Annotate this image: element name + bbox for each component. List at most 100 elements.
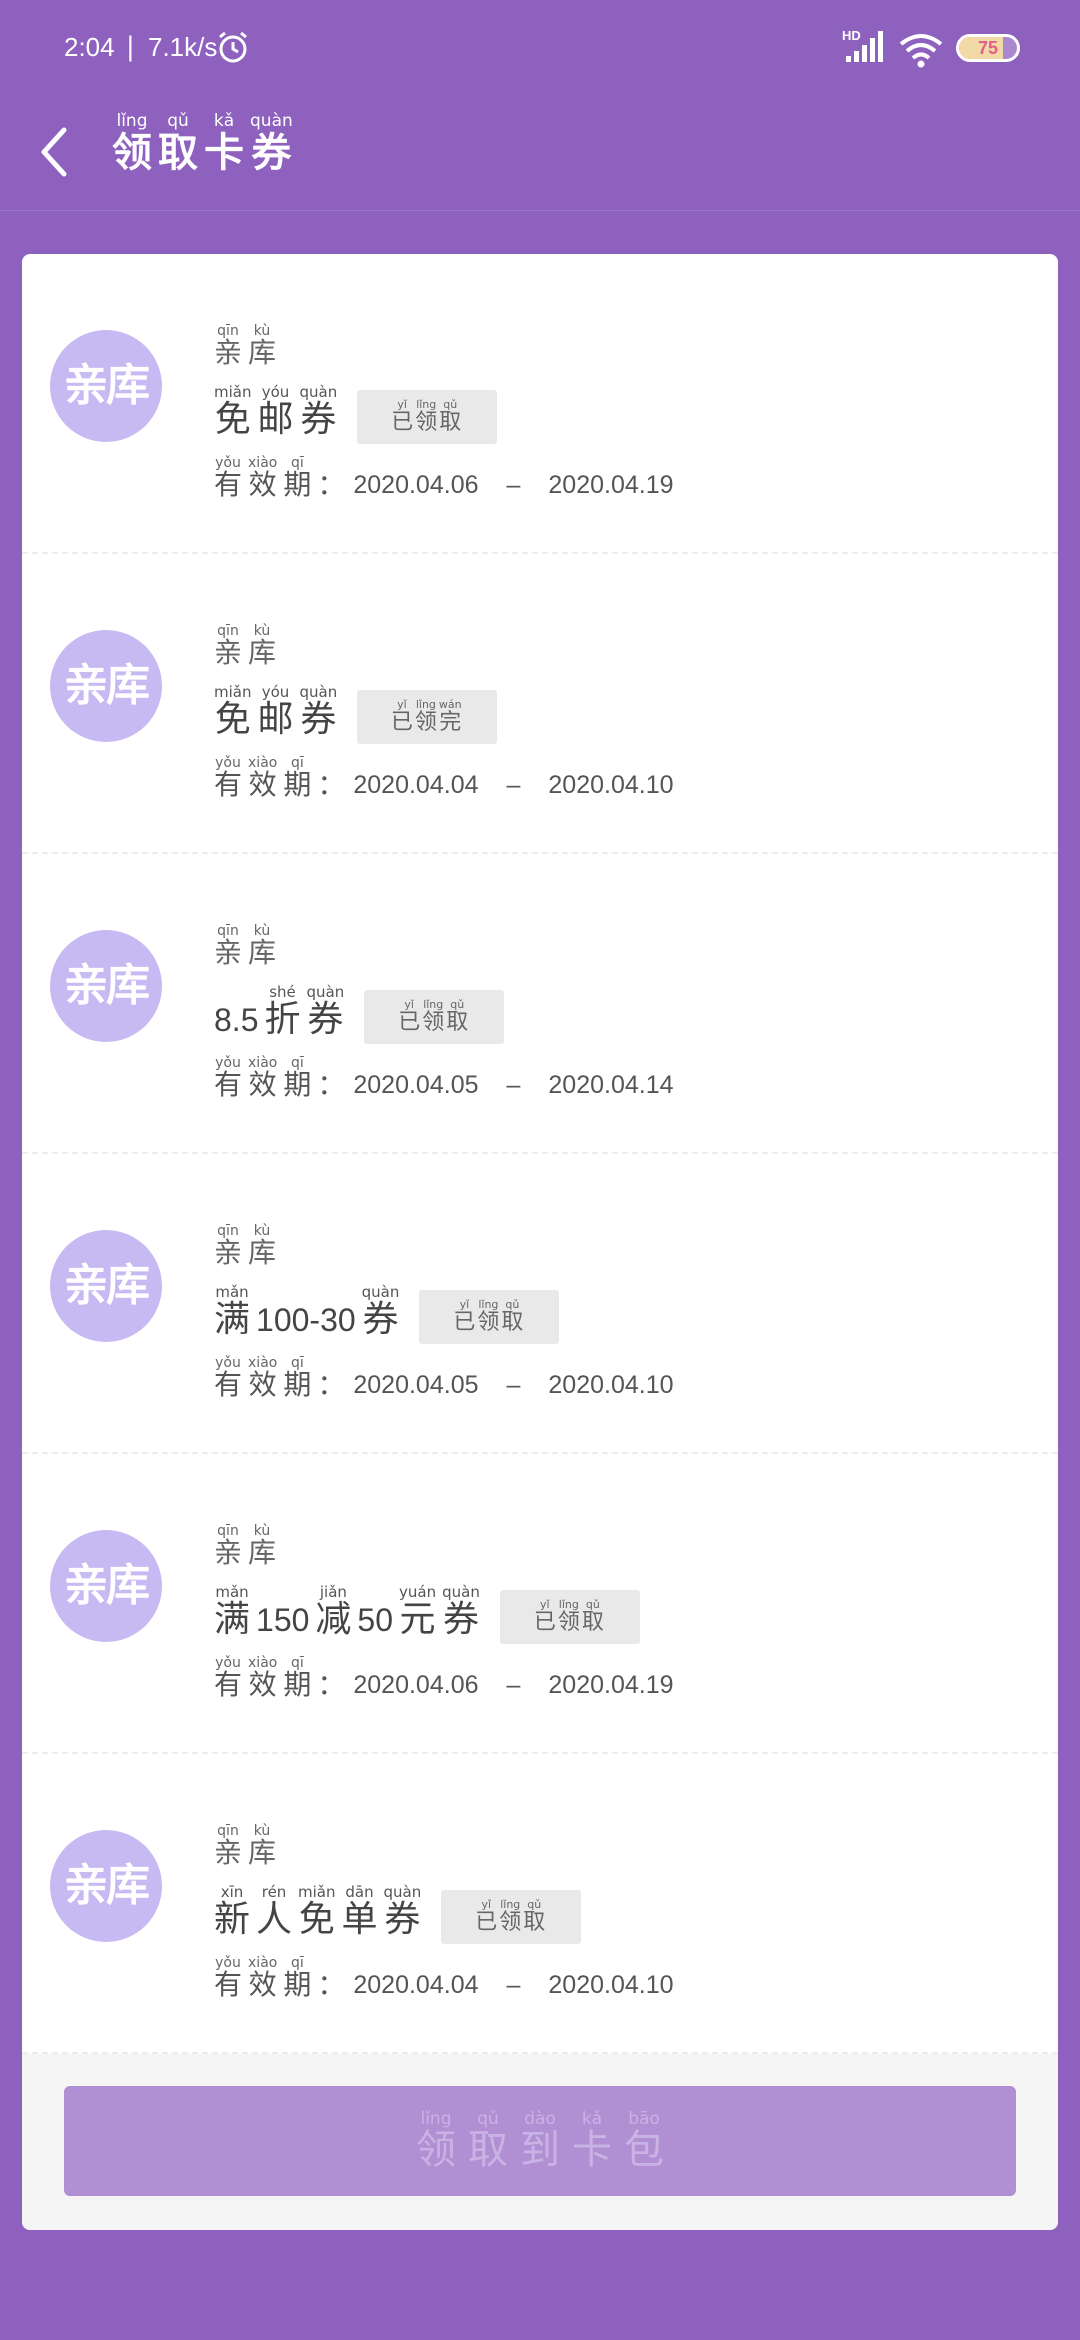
status-char: lǐng 领 bbox=[415, 399, 437, 435]
wifi-icon bbox=[899, 34, 943, 68]
name-number: 8.5 bbox=[214, 1002, 259, 1038]
pinyin: lǐng bbox=[420, 2109, 452, 2129]
validity-char: qī 期 bbox=[283, 1656, 311, 1700]
claim-status-button[interactable]: yǐ 已 lǐng 领 qǔ 取 bbox=[419, 1290, 560, 1344]
title-char: qǔ 取 bbox=[158, 112, 198, 176]
brand-logo: 亲库 bbox=[50, 1230, 162, 1342]
hanzi: 元 bbox=[399, 1599, 436, 1640]
validity-char: xiào 效 bbox=[248, 1356, 277, 1400]
claim-status-button[interactable]: yǐ 已 lǐng 领 qǔ 取 bbox=[499, 1590, 640, 1644]
collect-char: kǎ 卡 bbox=[572, 2110, 612, 2172]
name-char: quàn 券 bbox=[442, 1584, 480, 1640]
hanzi: 卡 bbox=[572, 2127, 612, 2173]
validity-char: yǒu 有 bbox=[214, 756, 242, 800]
validity-period: yǒu 有 xiào 效 qī 期： 2020.04.04–2020.04.10 bbox=[214, 756, 674, 800]
pinyin: quàn bbox=[250, 111, 293, 131]
validity-period: yǒu 有 xiào 效 qī 期： 2020.04.06–2020.04.19 bbox=[214, 1656, 674, 1700]
colon: ： bbox=[317, 468, 346, 501]
hanzi: 领 bbox=[112, 129, 152, 176]
alarm-icon bbox=[219, 31, 247, 63]
coupon-list: 亲库 qīn 亲 kù 库 miǎn 免 yóu 邮 quàn 券 yǐ 已 lǐng 领 qǔ 取 yǒu 有 xi… bbox=[22, 254, 1058, 2054]
hanzi: 有 bbox=[214, 1368, 243, 1401]
hanzi: 有 bbox=[214, 1068, 243, 1101]
claim-status-button[interactable]: yǐ 已 lǐng 领 wán 完 bbox=[357, 690, 498, 744]
hanzi: 免 bbox=[298, 1899, 335, 1940]
claim-status-button[interactable]: yǐ 已 lǐng 领 qǔ 取 bbox=[441, 1890, 582, 1944]
end-date: 2020.04.10 bbox=[548, 771, 674, 799]
brand-name: qīn 亲 kù 库 bbox=[214, 324, 674, 368]
colon: ： bbox=[317, 1368, 346, 1401]
hanzi: 亲 bbox=[214, 1536, 243, 1569]
back-arrow-icon[interactable] bbox=[34, 122, 74, 182]
brand-char: qīn 亲 bbox=[214, 624, 242, 668]
pinyin: yóu bbox=[261, 383, 290, 401]
brand-char: kù 库 bbox=[248, 1824, 276, 1868]
hanzi: 领 bbox=[499, 1910, 522, 1935]
claim-status-button[interactable]: yǐ 已 lǐng 领 qǔ 取 bbox=[364, 990, 505, 1044]
coupon-body: qīn 亲 kù 库 mǎn 满 150 jiǎn 减 50 yuán 元 quàn 券 yǐ 已 lǐng 领 q… bbox=[214, 1524, 674, 1700]
brand-name: qīn 亲 kù 库 bbox=[214, 1824, 674, 1868]
date-range: 2020.04.05–2020.04.10 bbox=[353, 1370, 673, 1400]
hanzi: 期 bbox=[283, 1068, 312, 1101]
status-char: yǐ 已 bbox=[475, 1899, 497, 1935]
battery-level: 75 bbox=[977, 38, 999, 58]
hanzi: 已 bbox=[398, 1010, 421, 1035]
name-char: dān 单 bbox=[342, 1884, 378, 1940]
coupon-name: xīn 新 rén 人 miǎn 免 dān 单 quàn 券 yǐ 已 lǐng 领 qǔ 取 bbox=[214, 1883, 674, 1944]
start-date: 2020.04.06 bbox=[353, 471, 479, 499]
brand-char: qīn 亲 bbox=[214, 324, 242, 368]
name-char: yóu 邮 bbox=[257, 384, 293, 440]
brand-char: kù 库 bbox=[248, 1224, 276, 1268]
brand-char: kù 库 bbox=[248, 624, 276, 668]
header: lǐng 领 qǔ 取 kǎ 卡 quàn 券 bbox=[0, 100, 1080, 211]
hanzi: 期 bbox=[283, 468, 312, 501]
hanzi: 已 bbox=[390, 710, 413, 735]
hanzi: 取 bbox=[581, 1610, 604, 1635]
coupon-name: mǎn 满 150 jiǎn 减 50 yuán 元 quàn 券 yǐ 已 lǐng 领 qǔ 取 bbox=[214, 1584, 674, 1644]
hanzi: 取 bbox=[439, 410, 462, 435]
hanzi: 包 bbox=[624, 2127, 664, 2173]
coupon-body: qīn 亲 kù 库 miǎn 免 yóu 邮 quàn 券 yǐ 已 lǐng 领 wán 完 yǒu 有 xià… bbox=[214, 624, 674, 800]
pinyin: quàn bbox=[383, 1883, 422, 1901]
start-date: 2020.04.05 bbox=[353, 1371, 479, 1399]
title-char: quàn 券 bbox=[250, 112, 293, 176]
hanzi: 人 bbox=[256, 1899, 293, 1940]
pinyin: quàn bbox=[306, 983, 345, 1001]
colon: ： bbox=[317, 768, 346, 801]
brand-name: qīn 亲 kù 库 bbox=[214, 624, 674, 668]
brand-char: kù 库 bbox=[248, 324, 276, 368]
date-separator: – bbox=[506, 771, 521, 799]
hanzi: 亲 bbox=[214, 1836, 243, 1869]
name-char: miǎn 免 bbox=[298, 1884, 335, 1940]
hanzi: 免 bbox=[214, 699, 251, 740]
hanzi: 效 bbox=[248, 1368, 277, 1401]
hanzi: 满 bbox=[214, 1599, 251, 1640]
hanzi: 领 bbox=[477, 1310, 500, 1335]
end-date: 2020.04.19 bbox=[548, 471, 674, 499]
hanzi: 免 bbox=[214, 399, 251, 440]
coupon-body: qīn 亲 kù 库 mǎn 满 100-30 quàn 券 yǐ 已 lǐng 领 qǔ 取 yǒu 有 xià… bbox=[214, 1224, 674, 1400]
colon: ： bbox=[317, 1668, 346, 1701]
status-char: qǔ 取 bbox=[439, 399, 461, 435]
claim-status-button[interactable]: yǐ 已 lǐng 领 qǔ 取 bbox=[357, 390, 498, 444]
status-char: lǐng 领 bbox=[499, 1899, 521, 1935]
svg-text:HD: HD bbox=[842, 28, 861, 43]
collect-to-wallet-button[interactable]: lǐng 领 qǔ 取 dào 到 kǎ 卡 bāo 包 bbox=[64, 2086, 1016, 2196]
brand-logo: 亲库 bbox=[50, 330, 162, 442]
name-char: miǎn 免 bbox=[214, 684, 251, 740]
hanzi: 领 bbox=[414, 710, 437, 735]
status-time: 2:04 bbox=[64, 32, 115, 62]
pinyin: miǎn bbox=[298, 1883, 336, 1901]
end-date: 2020.04.19 bbox=[548, 1671, 674, 1699]
pinyin: quàn bbox=[361, 1283, 400, 1301]
hanzi: 有 bbox=[214, 1968, 243, 2001]
hanzi: 取 bbox=[523, 1910, 546, 1935]
coupon-card: 亲库 qīn 亲 kù 库 miǎn 免 yóu 邮 quàn 券 yǐ 已 lǐng 领 qǔ 取 yǒu 有 xi… bbox=[22, 254, 1058, 2230]
hanzi: 效 bbox=[248, 1068, 277, 1101]
name-char: yuán 元 bbox=[399, 1584, 436, 1640]
hanzi: 取 bbox=[446, 1010, 469, 1035]
validity-char: xiào 效 bbox=[248, 1656, 277, 1700]
hanzi: 满 bbox=[214, 1299, 251, 1340]
brand-char: kù 库 bbox=[248, 1524, 276, 1568]
name-char: quàn 券 bbox=[300, 384, 338, 440]
